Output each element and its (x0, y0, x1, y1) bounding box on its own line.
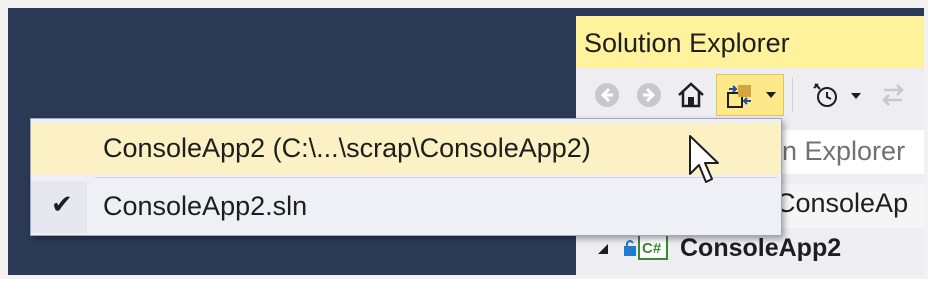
chevron-down-icon (766, 92, 776, 98)
panel-title-bar: Solution Explorer (576, 16, 924, 68)
home-icon[interactable] (676, 80, 706, 110)
toolbar-separator (792, 78, 793, 112)
csharp-project-icon: C# (638, 234, 668, 260)
switch-views-icon (727, 85, 751, 108)
history-dropdown-chevron-icon[interactable] (850, 90, 862, 102)
back-arrow-icon[interactable] (592, 80, 622, 110)
svg-text:C#: C# (642, 240, 662, 257)
panel-title: Solution Explorer (584, 28, 790, 58)
forward-arrow-icon[interactable] (634, 80, 664, 110)
lock-icon (624, 240, 636, 256)
search-placeholder: n Explorer (782, 136, 906, 166)
mouse-cursor-icon (689, 135, 719, 183)
dropdown-separator (95, 177, 777, 178)
tree-row-label: ConsoleAp (776, 188, 909, 218)
dropdown-item-folder-view[interactable]: ConsoleApp2 (C:\...\scrap\ConsoleApp2) (31, 123, 781, 175)
dropdown-item-label: ConsoleApp2.sln (103, 191, 308, 221)
expand-triangle-icon[interactable] (596, 242, 610, 256)
sync-arrows-icon[interactable] (878, 80, 908, 110)
history-clock-icon[interactable] (810, 80, 840, 110)
solution-view-dropdown: ConsoleApp2 (C:\...\scrap\ConsoleApp2) ✔… (30, 118, 782, 236)
tree-row-label: ConsoleApp2 (680, 234, 842, 262)
checkmark-icon: ✔ (51, 189, 73, 219)
dropdown-item-solution[interactable]: ✔ ConsoleApp2.sln (31, 181, 781, 233)
panel-toolbar (576, 68, 924, 122)
dropdown-item-label: ConsoleApp2 (C:\...\scrap\ConsoleApp2) (103, 133, 591, 163)
switch-views-button[interactable] (716, 74, 784, 116)
